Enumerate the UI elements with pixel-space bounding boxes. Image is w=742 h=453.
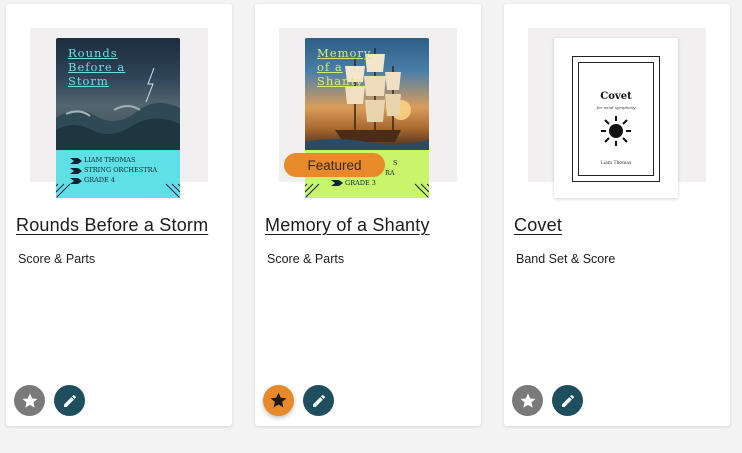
featured-badge: Featured <box>284 153 385 177</box>
pencil-icon <box>312 394 325 407</box>
pencil-icon <box>63 394 76 407</box>
cover-credits: LIAM THOMAS STRING ORCHESTRA GRADE 4 <box>84 156 158 184</box>
edit-button[interactable] <box>552 385 583 416</box>
favorite-button[interactable] <box>263 385 294 416</box>
star-icon <box>270 392 287 408</box>
product-card: Rounds Before a Storm LIAM THOMAS STRING… <box>6 4 232 426</box>
favorite-button[interactable] <box>14 385 45 416</box>
cover-subtitle: for wind symphony <box>596 105 636 110</box>
edit-button[interactable] <box>54 385 85 416</box>
product-format: Score & Parts <box>18 252 96 266</box>
product-title-link[interactable]: Memory of a Shanty <box>265 215 430 236</box>
star-icon <box>520 393 535 408</box>
cover-title: Rounds Before a Storm <box>68 46 126 88</box>
edit-button[interactable] <box>303 385 334 416</box>
cover-inner-border: Covet for wind symphony Liam Thomas <box>578 62 654 176</box>
star-icon <box>22 393 37 408</box>
cover-border: Covet for wind symphony Liam Thomas <box>572 56 660 182</box>
product-card: Memory of a Shanty S RA GRADE 3 Featured… <box>255 4 481 426</box>
cover-image[interactable]: Rounds Before a Storm LIAM THOMAS STRING… <box>56 38 180 198</box>
product-format: Band Set & Score <box>516 252 616 266</box>
product-format: Score & Parts <box>267 252 345 266</box>
product-title-link[interactable]: Covet <box>514 215 562 236</box>
cover-image[interactable]: Covet for wind symphony Liam Thomas <box>554 38 678 198</box>
favorite-button[interactable] <box>512 385 543 416</box>
cover-title: Covet <box>600 91 632 102</box>
product-card: Covet for wind symphony Liam Thomas Cove… <box>504 4 730 426</box>
product-title-link[interactable]: Rounds Before a Storm <box>16 215 208 236</box>
cover-author: Liam Thomas <box>600 161 632 166</box>
pencil-icon <box>561 394 574 407</box>
cover-title: Memory of a Shanty <box>317 46 372 88</box>
sun-icon <box>601 116 631 146</box>
